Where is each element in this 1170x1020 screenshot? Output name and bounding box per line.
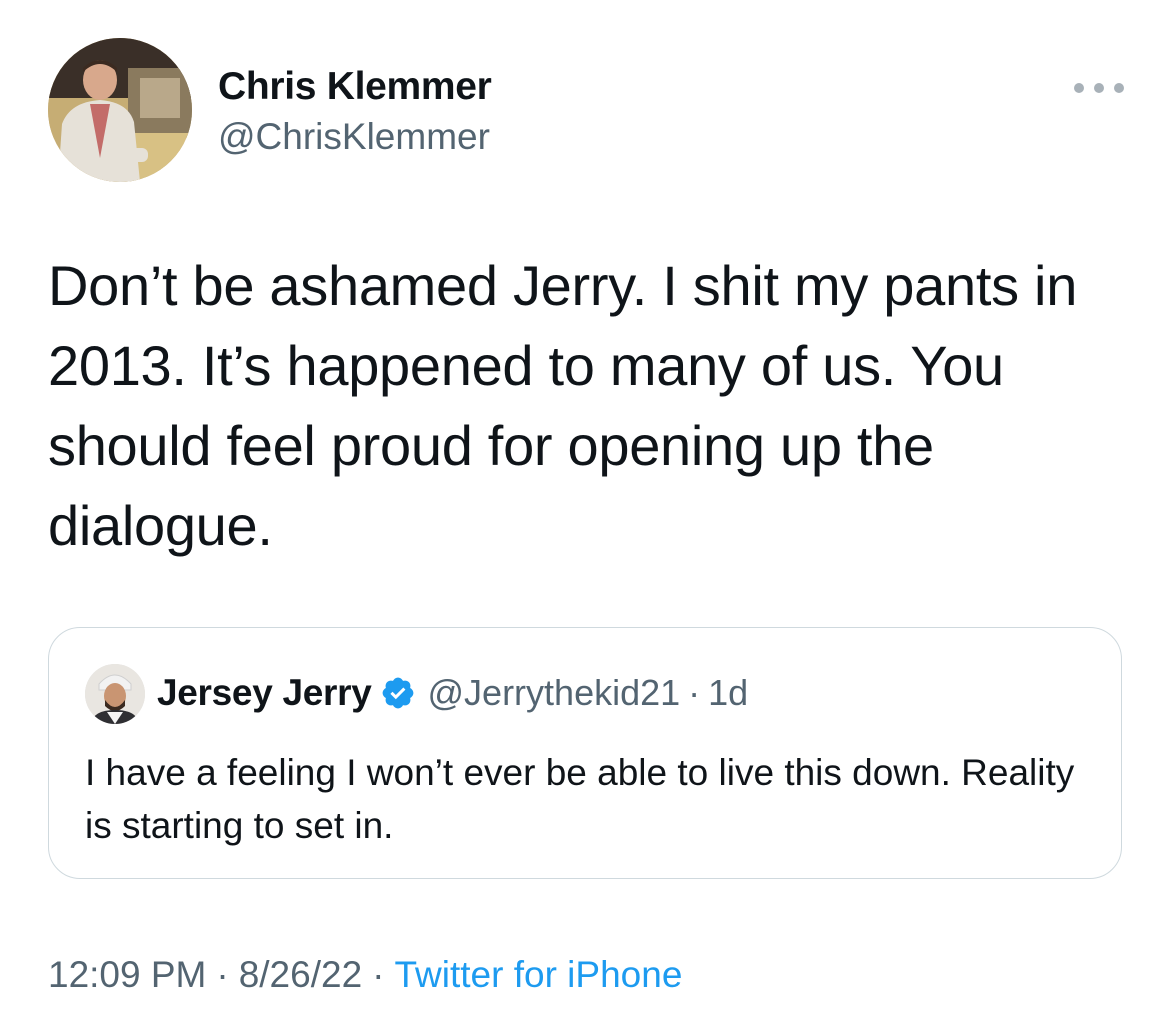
tweet-time[interactable]: 12:09 PM — [48, 954, 206, 995]
ellipsis-icon — [1074, 83, 1084, 93]
tweet-body-text: Don’t be ashamed Jerry. I shit my pants … — [48, 254, 1078, 557]
ellipsis-icon — [1114, 83, 1124, 93]
ellipsis-icon — [1094, 83, 1104, 93]
tweet-date[interactable]: 8/26/22 — [239, 954, 362, 995]
author-display-name[interactable]: Chris Klemmer — [218, 64, 492, 110]
quoted-tweet-time[interactable]: 1d — [708, 672, 748, 714]
quoted-author-photo-icon — [85, 664, 145, 724]
more-options-button[interactable] — [1074, 76, 1124, 100]
separator-dot: · — [372, 954, 385, 995]
quoted-author-avatar[interactable] — [85, 664, 145, 724]
author-avatar[interactable] — [48, 38, 192, 182]
separator-dot: · — [216, 954, 229, 995]
quoted-tweet-card[interactable]: Jersey Jerry @Jerrythekid21 · 1d I have … — [48, 627, 1122, 879]
quoted-author-handle[interactable]: @Jerrythekid21 — [428, 672, 681, 714]
tweet-header: Chris Klemmer @ChrisKlemmer — [48, 38, 1128, 182]
author-photo-icon — [48, 38, 192, 182]
quoted-tweet-text: I have a feeling I won’t ever be able to… — [85, 752, 1075, 846]
verified-badge-icon — [382, 677, 413, 709]
separator-dot: · — [688, 672, 701, 713]
tweet-metadata: 12:09 PM · 8/26/22 · Twitter for iPhone — [48, 952, 682, 998]
author-handle[interactable]: @ChrisKlemmer — [218, 114, 492, 160]
tweet-source-link[interactable]: Twitter for iPhone — [394, 954, 682, 995]
quoted-author-display-name[interactable]: Jersey Jerry — [157, 672, 372, 714]
